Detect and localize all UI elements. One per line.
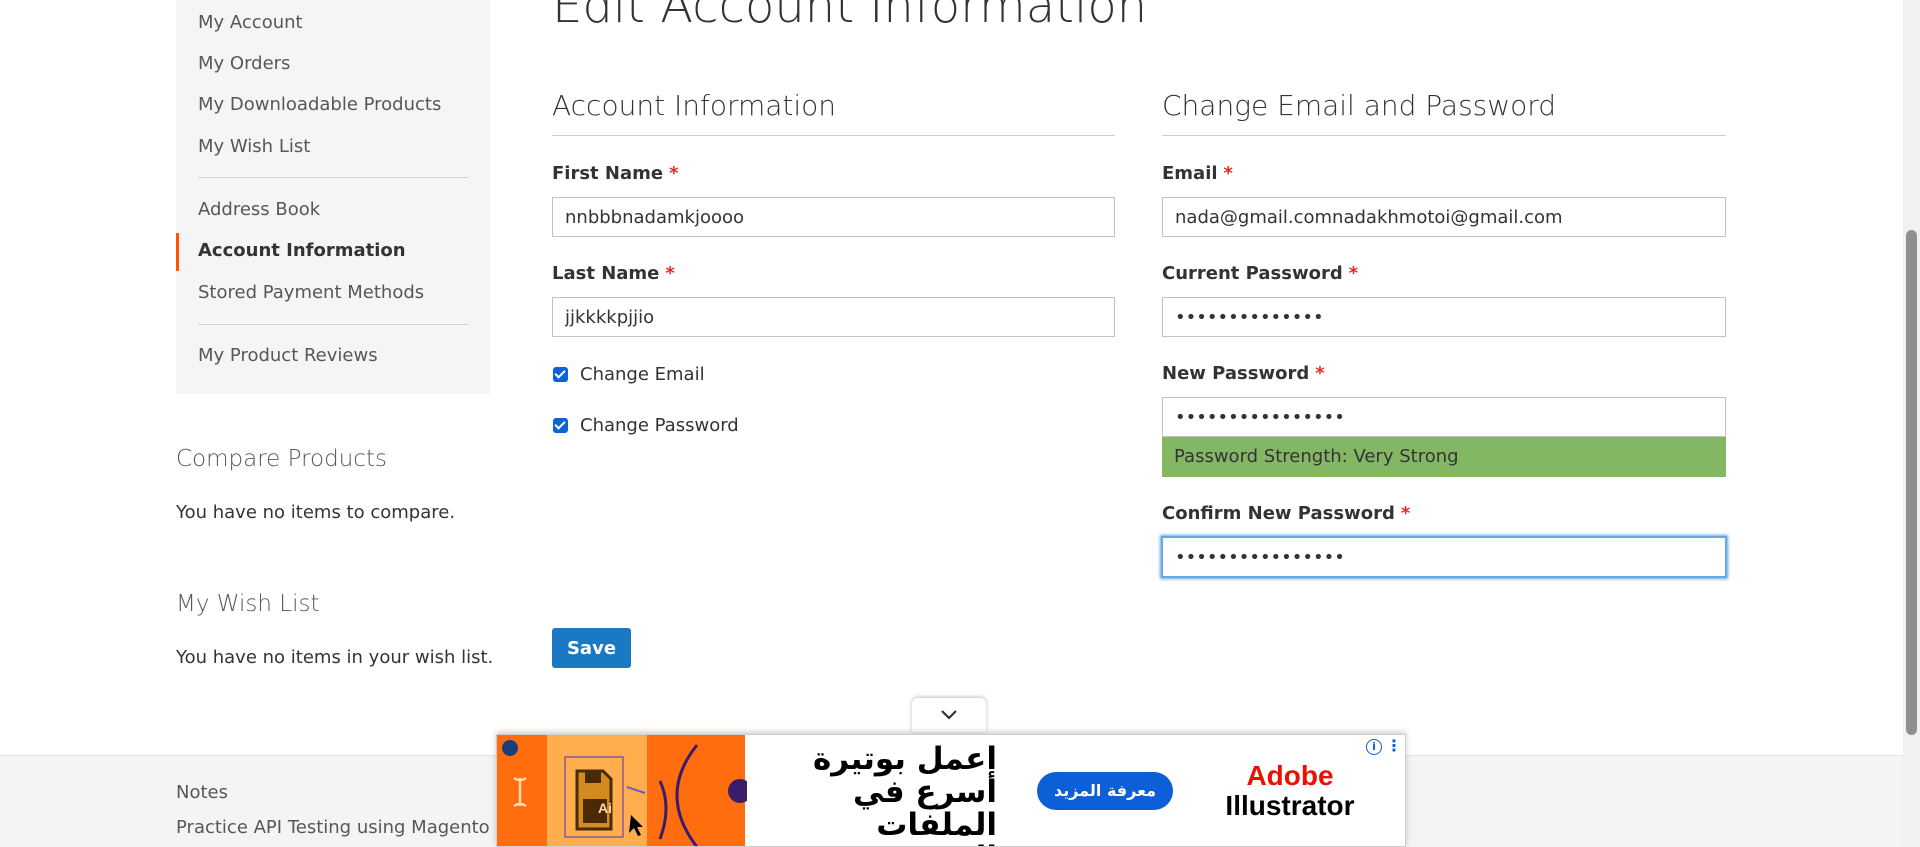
change-password-checkbox[interactable] (553, 417, 568, 433)
change-email-label[interactable]: Change Email (580, 364, 705, 385)
ad-info-icon[interactable]: i (1366, 739, 1382, 755)
footer-link-notes[interactable]: Notes (176, 782, 228, 803)
change-password-label[interactable]: Change Password (580, 415, 739, 436)
nav-item-my-account[interactable]: My Account (198, 11, 303, 35)
nav-item-product-reviews[interactable]: My Product Reviews (198, 344, 378, 368)
nav-divider (198, 177, 468, 178)
ad-cta-button[interactable]: معرفة المزيد (1037, 772, 1173, 810)
nav-item-my-orders[interactable]: My Orders (198, 52, 290, 76)
last-name-label: Last Name * (552, 263, 675, 284)
change-email-password-legend: Change Email and Password (1162, 89, 1557, 122)
password-strength-meter: Password Strength: Very Strong (1162, 437, 1726, 477)
new-password-label: New Password * (1162, 363, 1325, 384)
ad-illustration (502, 740, 747, 846)
new-password-input[interactable] (1162, 397, 1726, 437)
legend-divider (1162, 135, 1726, 136)
ad-app-icon-label: Ai (598, 800, 612, 816)
change-password-option[interactable]: Change Password (552, 413, 739, 437)
confirm-password-input[interactable] (1161, 536, 1727, 578)
current-password-input[interactable] (1162, 297, 1726, 337)
ad-banner[interactable]: Ai اعمل بوتيرة أسرع في الملفات المعقدة. … (496, 734, 1406, 847)
current-password-label: Current Password * (1162, 263, 1359, 284)
nav-item-address-book[interactable]: Address Book (198, 198, 320, 222)
legend-divider (552, 135, 1115, 136)
change-email-checkbox[interactable] (553, 366, 568, 382)
ad-headline: اعمل بوتيرة أسرع في الملفات المعقدة. (812, 741, 997, 847)
nav-item-my-wish-list[interactable]: My Wish List (198, 135, 310, 159)
account-information-legend: Account Information (552, 89, 837, 122)
footer-link-api-testing[interactable]: Practice API Testing using Magento 2 (176, 817, 507, 838)
email-input[interactable] (1162, 197, 1726, 237)
email-label: Email * (1162, 163, 1233, 184)
wishlist-empty-text: You have no items in your wish list. (176, 647, 494, 668)
first-name-label: First Name * (552, 163, 679, 184)
compare-empty-text: You have no items to compare. (176, 502, 456, 523)
page-title: Edit Account Information (552, 0, 1148, 34)
last-name-input[interactable] (552, 297, 1115, 337)
chevron-down-icon (941, 710, 957, 720)
nav-current-indicator (176, 233, 179, 271)
save-button[interactable]: Save (552, 628, 631, 668)
ad-brand-logo: Adobe Illustrator (1225, 760, 1355, 821)
confirm-password-label: Confirm New Password * (1162, 503, 1411, 524)
ad-collapse-button[interactable] (912, 698, 986, 732)
nav-divider (198, 324, 468, 325)
wishlist-title: My Wish List (176, 591, 320, 617)
ad-menu-icon[interactable]: ⋮ (1386, 737, 1402, 757)
change-email-option[interactable]: Change Email (552, 362, 705, 386)
account-nav: My Account My Orders My Downloadable Pro… (176, 0, 490, 394)
scrollbar-thumb[interactable] (1906, 230, 1917, 735)
nav-item-account-information: Account Information (198, 240, 406, 261)
nav-item-stored-payment-methods[interactable]: Stored Payment Methods (198, 281, 424, 305)
compare-products-title: Compare Products (176, 446, 387, 472)
nav-item-downloadable-products[interactable]: My Downloadable Products (198, 93, 441, 117)
first-name-input[interactable] (552, 197, 1115, 237)
